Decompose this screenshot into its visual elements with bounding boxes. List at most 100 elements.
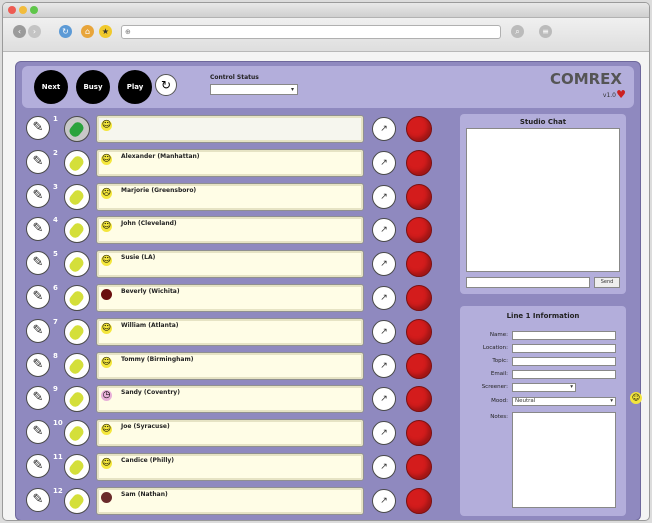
caller-card[interactable]: Sam (Nathan) — [96, 486, 364, 515]
call-line-row: ✎ 10 ☺ Joe (Syracuse) ↗ — [16, 418, 446, 448]
caller-card[interactable]: ☺ Tommy (Birmingham) — [96, 351, 364, 380]
play-button[interactable]: Play — [118, 70, 152, 104]
send-button[interactable]: Send — [594, 277, 620, 288]
edit-pen-icon[interactable]: ✎ — [26, 386, 50, 411]
transfer-icon[interactable]: ↗ — [372, 184, 396, 209]
edit-pen-icon[interactable]: ✎ — [26, 285, 50, 309]
edit-pen-icon[interactable]: ✎ — [26, 318, 50, 343]
call-line-row: ✎ 12 Sam (Nathan) ↗ — [16, 486, 446, 516]
mood-face-icon: ☺ — [101, 120, 112, 131]
location-field[interactable] — [512, 344, 616, 353]
edit-pen-icon[interactable]: ✎ — [26, 352, 50, 377]
caller-card[interactable]: ☺ Alexander (Manhattan) — [96, 148, 364, 177]
forward-icon[interactable]: › — [28, 25, 41, 38]
hold-button[interactable] — [64, 149, 90, 176]
call-screener-app: Next Busy Play ↻ Control Status ▾ COMREX… — [15, 61, 642, 520]
end-call-button[interactable] — [406, 217, 432, 244]
refresh-browser-icon[interactable]: ↻ — [59, 25, 72, 38]
transfer-icon[interactable]: ↗ — [372, 319, 396, 344]
home-icon[interactable]: ⌂ — [81, 25, 94, 38]
end-call-button[interactable] — [406, 149, 432, 176]
bookmark-icon[interactable]: ★ — [99, 25, 112, 38]
end-call-button[interactable] — [406, 285, 432, 311]
busy-button[interactable]: Busy — [76, 70, 110, 104]
hold-button[interactable] — [64, 352, 90, 379]
transfer-icon[interactable]: ↗ — [372, 455, 396, 479]
transfer-icon[interactable]: ↗ — [372, 218, 396, 243]
hold-button[interactable] — [64, 251, 90, 278]
line-number: 4 — [53, 216, 58, 225]
email-field[interactable] — [512, 370, 616, 379]
call-line-row: ✎ 8 ☺ Tommy (Birmingham) ↗ — [16, 351, 446, 381]
caller-card[interactable]: ☺ Candice (Philly) — [96, 453, 364, 481]
caller-card[interactable]: ☺ — [96, 115, 364, 143]
hold-button[interactable] — [64, 487, 90, 514]
hold-button[interactable] — [64, 183, 90, 210]
end-call-button[interactable] — [406, 420, 432, 447]
chat-input[interactable] — [466, 277, 590, 288]
end-call-button[interactable] — [406, 251, 432, 278]
transfer-icon[interactable]: ↗ — [372, 488, 396, 513]
hold-button[interactable] — [64, 217, 90, 244]
transfer-icon[interactable]: ↗ — [372, 252, 396, 277]
end-call-button[interactable] — [406, 116, 432, 142]
caller-card[interactable]: ☺ William (Atlanta) — [96, 317, 364, 346]
mood-select[interactable]: Neutral ▾ — [512, 397, 616, 406]
phone-handset-icon — [67, 390, 86, 410]
edit-pen-icon[interactable]: ✎ — [26, 420, 50, 445]
chevron-down-icon: ▾ — [610, 398, 613, 404]
caller-card[interactable]: Beverly (Wichita) — [96, 284, 364, 312]
phone-handset-icon — [67, 255, 86, 274]
hold-button[interactable] — [64, 318, 90, 345]
control-status-select[interactable]: ▾ — [210, 84, 298, 95]
edit-pen-icon[interactable]: ✎ — [26, 251, 50, 276]
mood-face-icon: ☺ — [101, 255, 112, 267]
zoom-icon[interactable] — [30, 6, 38, 14]
mood-face-icon: ☺ — [101, 458, 112, 469]
end-call-button[interactable] — [406, 386, 432, 413]
address-bar[interactable]: ⊕ — [121, 25, 501, 39]
edit-pen-icon[interactable]: ✎ — [26, 183, 50, 208]
transfer-icon[interactable]: ↗ — [372, 387, 396, 412]
caller-card[interactable]: ◷ Sandy (Coventry) — [96, 385, 364, 414]
refresh-icon[interactable]: ↻ — [155, 74, 177, 96]
edit-pen-icon[interactable]: ✎ — [26, 217, 50, 242]
transfer-icon[interactable]: ↗ — [372, 286, 396, 310]
menu-icon[interactable]: ≡ — [539, 25, 552, 38]
transfer-icon[interactable]: ↗ — [372, 117, 396, 141]
caller-card[interactable]: ☹ Marjorie (Greensboro) — [96, 182, 364, 211]
caller-card[interactable]: ☺ Joe (Syracuse) — [96, 419, 364, 448]
end-call-button[interactable] — [406, 318, 432, 345]
control-status-label: Control Status — [210, 74, 259, 81]
end-call-button[interactable] — [406, 487, 432, 514]
edit-pen-icon[interactable]: ✎ — [26, 116, 50, 140]
transfer-icon[interactable]: ↗ — [372, 353, 396, 378]
search-icon[interactable]: ⌕ — [511, 25, 524, 38]
name-field[interactable] — [512, 331, 616, 340]
back-icon[interactable]: ‹ — [13, 25, 26, 38]
close-icon[interactable] — [8, 6, 16, 14]
phone-handset-icon — [67, 187, 86, 207]
call-line-row: ✎ 4 ☺ John (Cleveland) ↗ — [16, 215, 446, 245]
hold-button[interactable] — [64, 386, 90, 413]
hold-button[interactable] — [64, 420, 90, 447]
screener-select[interactable]: ▾ — [512, 383, 576, 392]
caller-card[interactable]: ☺ Susie (LA) — [96, 250, 364, 279]
hold-button[interactable] — [64, 454, 90, 480]
edit-pen-icon[interactable]: ✎ — [26, 454, 50, 478]
end-call-button[interactable] — [406, 352, 432, 379]
hold-button[interactable] — [64, 285, 90, 311]
end-call-button[interactable] — [406, 183, 432, 210]
end-call-button[interactable] — [406, 454, 432, 480]
topic-field[interactable] — [512, 357, 616, 366]
transfer-icon[interactable]: ↗ — [372, 150, 396, 175]
chat-log[interactable] — [466, 128, 620, 272]
caller-card[interactable]: ☺ John (Cleveland) — [96, 216, 364, 245]
minimize-icon[interactable] — [19, 6, 27, 14]
edit-pen-icon[interactable]: ✎ — [26, 149, 50, 174]
edit-pen-icon[interactable]: ✎ — [26, 487, 50, 512]
hold-button[interactable] — [64, 116, 90, 142]
next-button[interactable]: Next — [34, 70, 68, 104]
notes-field[interactable] — [512, 412, 616, 508]
transfer-icon[interactable]: ↗ — [372, 421, 396, 446]
